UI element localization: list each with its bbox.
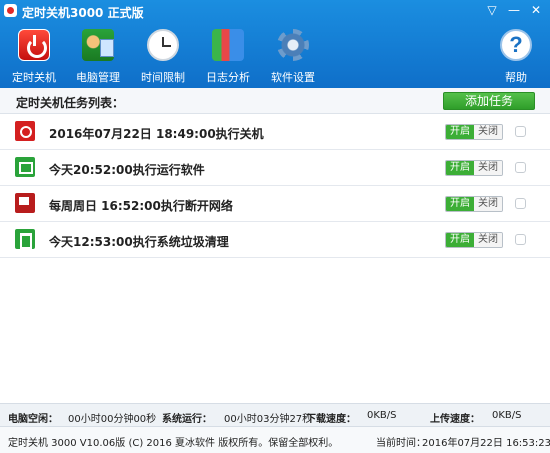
menu-dropdown-icon[interactable]: ▽	[482, 2, 502, 18]
toolbar-label: 时间限制	[141, 71, 185, 84]
toolbar-label: 帮助	[505, 71, 527, 84]
help-icon: ?	[500, 29, 532, 61]
trash-clean-icon	[15, 229, 35, 249]
toggle-off[interactable]: 关闭	[474, 125, 502, 139]
task-description: 2016年07月22日 18:49:00执行关机	[49, 127, 264, 141]
toggle-on[interactable]: 开启	[446, 197, 474, 211]
title-bar: 定时关机3000 正式版 ▽ — ✕	[0, 0, 550, 22]
power-icon	[18, 29, 50, 61]
copyright-text: 定时关机 3000 V10.06版 (C) 2016 夏冰软件 版权所有。保留全…	[8, 438, 339, 449]
run-program-icon	[15, 157, 35, 177]
window-controls: ▽ — ✕	[482, 2, 546, 18]
window-title: 定时关机3000 正式版	[22, 6, 144, 20]
disconnect-network-icon	[15, 193, 35, 213]
add-task-button[interactable]: 添加任务	[443, 92, 535, 110]
toolbar-label: 日志分析	[206, 71, 250, 84]
task-list-header: 定时关机任务列表： 添加任务	[0, 88, 550, 114]
shutdown-icon	[15, 121, 35, 141]
toolbar-label: 电脑管理	[76, 71, 120, 84]
toggle-on[interactable]: 开启	[446, 161, 474, 175]
task-row[interactable]: 今天20:52:00执行运行软件 开启 关闭	[0, 150, 550, 186]
current-time-value: 2016年07月22日 16:53:23	[422, 438, 550, 449]
task-edit-icon[interactable]	[515, 234, 526, 245]
task-description: 今天20:52:00执行运行软件	[49, 163, 205, 177]
minimize-icon[interactable]: —	[504, 2, 524, 18]
task-toggle[interactable]: 开启 关闭	[445, 124, 503, 140]
toolbar-label: 定时关机	[12, 71, 56, 84]
task-description: 每周周日 16:52:00执行断开网络	[49, 199, 233, 213]
task-toggle[interactable]: 开启 关闭	[445, 160, 503, 176]
toolbar-settings[interactable]: 软件设置	[263, 27, 323, 85]
current-time-label: 当前时间：	[376, 438, 426, 449]
toolbar-log-analysis[interactable]: 日志分析	[198, 27, 258, 85]
close-icon[interactable]: ✕	[526, 2, 546, 18]
task-edit-icon[interactable]	[515, 162, 526, 173]
upload-value: 0KB/S	[492, 410, 522, 421]
app-logo-icon	[4, 4, 17, 17]
toggle-off[interactable]: 关闭	[474, 197, 502, 211]
clock-icon	[147, 29, 179, 61]
toggle-off[interactable]: 关闭	[474, 233, 502, 247]
toolbar-computer-manage[interactable]: 电脑管理	[68, 27, 128, 85]
idle-label: 电脑空闲：	[8, 414, 58, 425]
computer-manage-icon	[82, 29, 114, 61]
uptime-value: 00小时03分钟27秒	[224, 414, 313, 425]
task-row[interactable]: 2016年07月22日 18:49:00执行关机 开启 关闭	[0, 114, 550, 150]
task-row[interactable]: 今天12:53:00执行系统垃圾清理 开启 关闭	[0, 222, 550, 258]
toolbar-help[interactable]: ? 帮助	[486, 27, 546, 85]
toolbar-label: 软件设置	[271, 71, 315, 84]
task-toggle[interactable]: 开启 关闭	[445, 196, 503, 212]
task-description: 今天12:53:00执行系统垃圾清理	[49, 235, 229, 249]
upload-label: 上传速度：	[430, 414, 480, 425]
log-chart-icon	[212, 29, 244, 61]
download-label: 下载速度：	[306, 414, 356, 425]
task-edit-icon[interactable]	[515, 198, 526, 209]
toggle-on[interactable]: 开启	[446, 125, 474, 139]
footer-bar: 定时关机 3000 V10.06版 (C) 2016 夏冰软件 版权所有。保留全…	[0, 427, 550, 453]
download-value: 0KB/S	[367, 410, 397, 421]
toggle-on[interactable]: 开启	[446, 233, 474, 247]
idle-value: 00小时00分钟00秒	[68, 414, 157, 425]
toolbar-timed-shutdown[interactable]: 定时关机	[4, 27, 64, 85]
uptime-label: 系统运行：	[162, 414, 212, 425]
task-row[interactable]: 每周周日 16:52:00执行断开网络 开启 关闭	[0, 186, 550, 222]
task-list-title: 定时关机任务列表：	[16, 96, 125, 110]
toolbar-time-limit[interactable]: 时间限制	[133, 27, 193, 85]
header-bar: 定时关机3000 正式版 ▽ — ✕ 定时关机 电脑管理 时间限制 日志分析 软…	[0, 0, 550, 88]
task-edit-icon[interactable]	[515, 126, 526, 137]
toggle-off[interactable]: 关闭	[474, 161, 502, 175]
task-toggle[interactable]: 开启 关闭	[445, 232, 503, 248]
gear-icon	[277, 29, 309, 61]
status-bar: 电脑空闲： 00小时00分钟00秒 系统运行： 00小时03分钟27秒 下载速度…	[0, 403, 550, 427]
